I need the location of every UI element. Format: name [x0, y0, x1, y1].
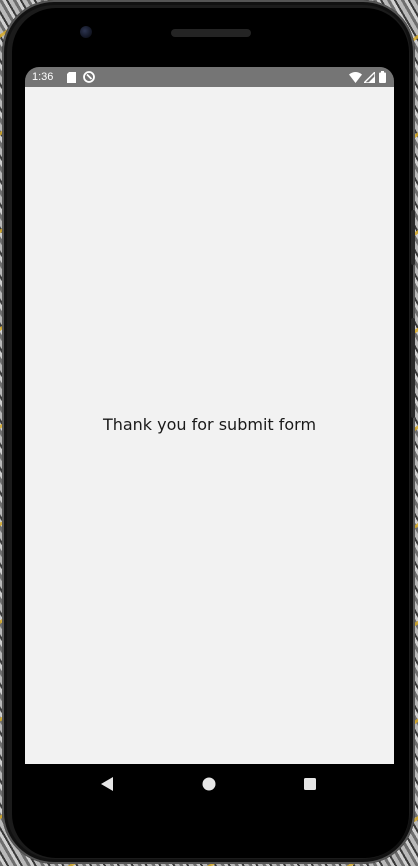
- back-icon: [101, 776, 113, 791]
- battery-icon: [377, 70, 387, 84]
- back-button[interactable]: [87, 764, 127, 803]
- wifi-icon: [348, 70, 362, 84]
- sync-icon: [82, 70, 96, 84]
- status-bar: 1:36: [25, 67, 394, 87]
- phone-frame: 1:36 Thank you for submit form: [2, 0, 415, 864]
- side-button-top: [411, 210, 415, 265]
- device-screen: 1:36 Thank you for submit form: [25, 67, 394, 803]
- recents-icon: [304, 777, 316, 790]
- app-content: Thank you for submit form: [25, 87, 394, 764]
- front-camera-icon: [80, 26, 92, 38]
- home-icon: [202, 777, 216, 790]
- side-button-volume: [411, 318, 415, 418]
- home-button[interactable]: [189, 764, 229, 803]
- navigation-bar: [25, 764, 394, 803]
- status-time: 1:36: [32, 71, 54, 83]
- sd-card-icon: [65, 70, 77, 84]
- recents-button[interactable]: [290, 764, 330, 803]
- thank-you-message: Thank you for submit form: [102, 415, 317, 434]
- earpiece-speaker: [171, 29, 251, 37]
- signal-icon: [363, 70, 375, 84]
